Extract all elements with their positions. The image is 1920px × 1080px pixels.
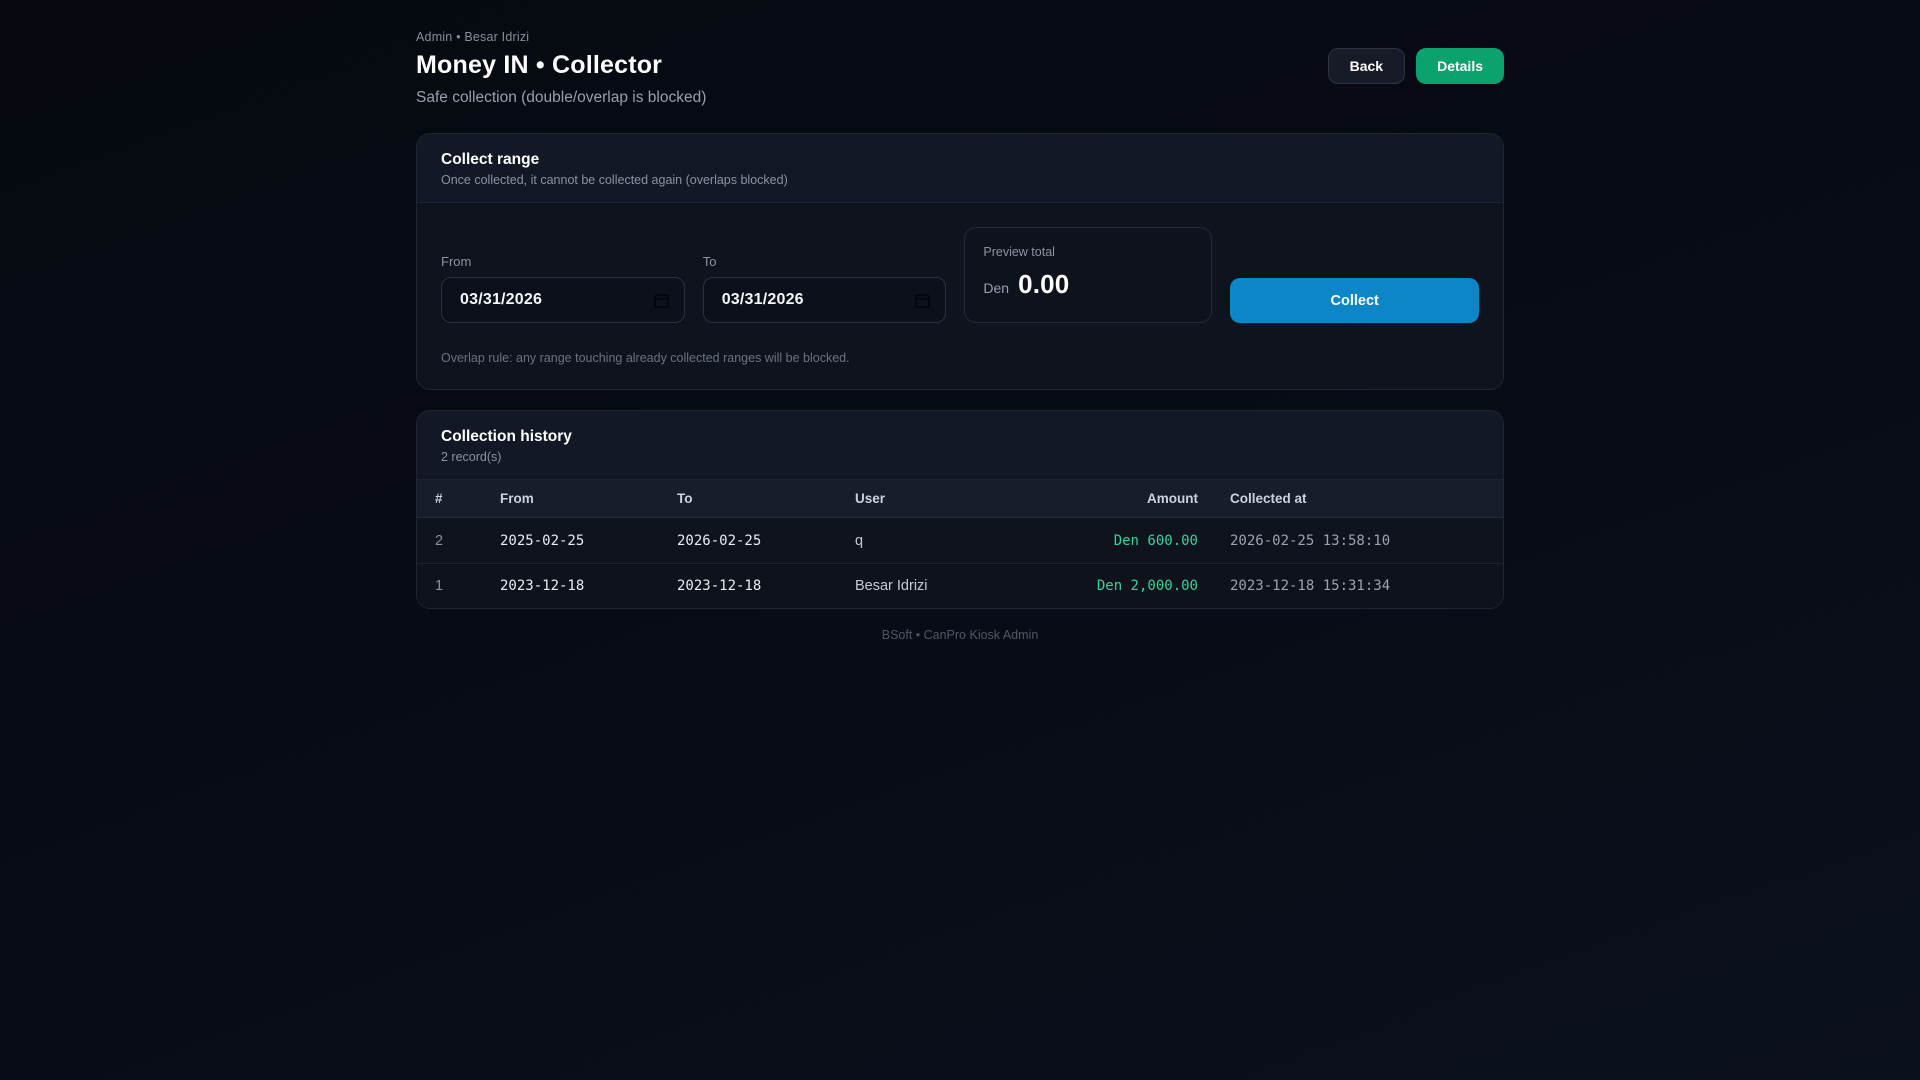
cell-from: 2023-12-18 [500,578,677,594]
page-header: Admin • Besar Idrizi Money IN • Collecto… [416,30,1504,107]
from-date-input[interactable]: 03/31/2026 [441,277,685,323]
main-container: Admin • Besar Idrizi Money IN • Collecto… [416,0,1504,642]
collect-range-title: Collect range [441,151,1479,169]
col-header-user: User [855,491,1076,506]
from-date-value: 03/31/2026 [460,291,542,309]
collection-history-header: Collection history 2 record(s) [417,411,1503,480]
cell-user: Besar Idrizi [855,578,1076,594]
collection-history-count: 2 record(s) [441,450,1479,464]
preview-total-box: Preview total Den 0.00 [964,227,1212,323]
footer-text: BSoft • CanPro Kiosk Admin [416,628,1504,642]
cell-user: q [855,533,1076,549]
page-title: Money IN • Collector [416,51,706,80]
table-row: 2 2025-02-25 2026-02-25 q Den 600.00 202… [417,518,1503,563]
calendar-icon[interactable] [653,292,670,309]
to-date-value: 03/31/2026 [722,291,804,309]
collect-range-body: From 03/31/2026 To 03/31/202 [417,203,1503,389]
preview-total-label: Preview total [983,245,1193,259]
cell-amount: Den 600.00 [1076,533,1198,549]
from-label: From [441,254,685,269]
back-button[interactable]: Back [1328,48,1405,84]
to-label: To [703,254,947,269]
page-subtitle: Safe collection (double/overlap is block… [416,89,706,107]
to-field-group: To 03/31/2026 [703,254,947,323]
collection-history-title: Collection history [441,428,1479,446]
col-header-num: # [435,491,500,506]
col-header-from: From [500,491,677,506]
currency-label: Den [983,280,1009,296]
to-date-input[interactable]: 03/31/2026 [703,277,947,323]
collect-range-card-header: Collect range Once collected, it cannot … [417,134,1503,203]
preview-total-value-line: Den 0.00 [983,269,1193,300]
collect-range-card: Collect range Once collected, it cannot … [416,133,1504,390]
preview-total-amount: 0.00 [1018,269,1069,300]
cell-from: 2025-02-25 [500,533,677,549]
collect-form-row: From 03/31/2026 To 03/31/202 [441,227,1479,323]
collection-history-card: Collection history 2 record(s) # From To… [416,410,1504,609]
col-header-to: To [677,491,855,506]
cell-collected-at: 2026-02-25 13:58:10 [1198,533,1503,549]
col-header-collected-at: Collected at [1198,491,1503,506]
cell-collected-at: 2023-12-18 15:31:34 [1198,578,1503,594]
overlap-rule-note: Overlap rule: any range touching already… [441,351,1479,365]
from-field-group: From 03/31/2026 [441,254,685,323]
history-table: # From To User Amount Collected at 2 202… [417,480,1503,608]
cell-to: 2026-02-25 [677,533,855,549]
collect-button[interactable]: Collect [1230,278,1479,323]
cell-amount: Den 2,000.00 [1076,578,1198,594]
col-header-amount: Amount [1076,491,1198,506]
collect-range-subtitle: Once collected, it cannot be collected a… [441,173,1479,187]
table-row: 1 2023-12-18 2023-12-18 Besar Idrizi Den… [417,563,1503,608]
cell-num: 2 [435,533,500,549]
calendar-icon[interactable] [914,292,931,309]
details-button[interactable]: Details [1416,48,1504,84]
cell-num: 1 [435,578,500,594]
breadcrumb: Admin • Besar Idrizi [416,30,706,44]
header-actions: Back Details [1328,48,1504,84]
history-table-header: # From To User Amount Collected at [417,480,1503,518]
page-header-left: Admin • Besar Idrizi Money IN • Collecto… [416,30,706,107]
cell-to: 2023-12-18 [677,578,855,594]
